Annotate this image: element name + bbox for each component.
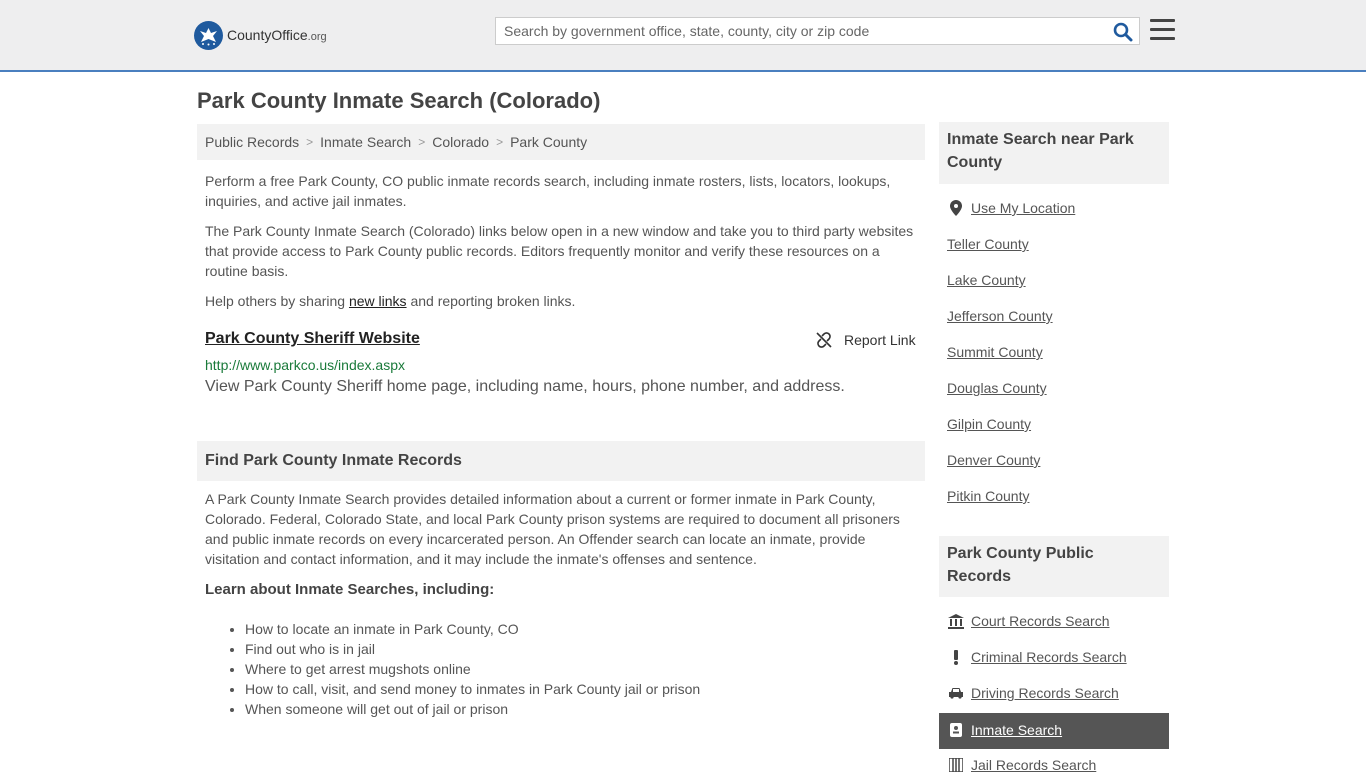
disclaimer-paragraph: The Park County Inmate Search (Colorado)… — [205, 223, 914, 279]
nearby-heading: Inmate Search near Park County — [939, 122, 1169, 184]
search-button[interactable] — [1113, 22, 1133, 42]
map-pin-icon — [947, 200, 965, 216]
learn-heading: Learn about Inmate Searches, including: — [205, 581, 495, 598]
broken-link-icon — [816, 332, 832, 348]
sidebar-item-jail-records: Jail Records Search — [947, 757, 1096, 773]
logo-eagle-icon — [194, 20, 223, 50]
share-text-before: Help others by sharing — [205, 293, 349, 309]
courthouse-icon — [947, 613, 965, 629]
list-item: Where to get arrest mugshots online — [245, 659, 700, 679]
sidebar-item-inmate-search: Inmate Search — [947, 722, 1062, 738]
page-title: Park County Inmate Search (Colorado) — [197, 88, 601, 113]
list-item: How to locate an inmate in Park County, … — [245, 619, 700, 639]
inmate-search-link[interactable]: Inmate Search — [971, 722, 1062, 738]
breadcrumb-separator: > — [496, 135, 504, 149]
nearby-teller-county[interactable]: Teller County — [947, 236, 1029, 252]
nearby-pitkin-county[interactable]: Pitkin County — [947, 488, 1029, 504]
sidebar-item-criminal-records: Criminal Records Search — [947, 649, 1127, 665]
jail-icon — [947, 758, 965, 772]
menu-bar-icon — [1150, 37, 1175, 40]
find-records-heading: Find Park County Inmate Records — [197, 441, 925, 481]
public-records-heading: Park County Public Records — [939, 536, 1169, 597]
nearby-gilpin-county[interactable]: Gilpin County — [947, 416, 1031, 432]
court-records-link[interactable]: Court Records Search — [971, 613, 1110, 629]
breadcrumb-separator: > — [306, 135, 314, 149]
nearby-lake-county[interactable]: Lake County — [947, 272, 1026, 288]
list-item: Find out who is in jail — [245, 639, 700, 659]
nearby-douglas-county[interactable]: Douglas County — [947, 380, 1047, 396]
list-item: How to call, visit, and send money to in… — [245, 679, 700, 699]
logo-tld: .org — [307, 31, 327, 43]
share-paragraph: Help others by sharing new links and rep… — [205, 291, 917, 311]
menu-bar-icon — [1150, 19, 1175, 22]
breadcrumb-separator: > — [418, 135, 426, 149]
breadcrumb-colorado[interactable]: Colorado — [432, 134, 489, 150]
jail-records-link[interactable]: Jail Records Search — [971, 757, 1096, 773]
list-item: When someone will get out of jail or pri… — [245, 699, 700, 719]
search-input[interactable] — [496, 18, 1112, 44]
search-box — [495, 17, 1140, 45]
find-records-body: A Park County Inmate Search provides det… — [205, 491, 900, 567]
car-icon — [947, 687, 965, 699]
use-my-location-item: Use My Location — [947, 200, 1075, 216]
site-header: CountyOffice.org — [0, 0, 1366, 72]
id-badge-icon — [947, 723, 965, 737]
nearby-denver-county[interactable]: Denver County — [947, 452, 1040, 468]
menu-bar-icon — [1150, 28, 1175, 31]
breadcrumb-public-records[interactable]: Public Records — [205, 134, 299, 150]
intro-paragraph: Perform a free Park County, CO public in… — [205, 173, 891, 209]
use-my-location-link[interactable]: Use My Location — [971, 200, 1075, 216]
sidebar-item-court-records: Court Records Search — [947, 613, 1110, 629]
nearby-summit-county[interactable]: Summit County — [947, 344, 1043, 360]
listing-description: View Park County Sheriff home page, incl… — [205, 378, 845, 395]
hamburger-menu-button[interactable] — [1150, 19, 1175, 41]
site-logo[interactable]: CountyOffice.org — [194, 20, 327, 50]
sidebar-item-driving-records: Driving Records Search — [947, 685, 1119, 701]
breadcrumb: Public Records > Inmate Search > Colorad… — [197, 124, 925, 160]
exclamation-icon — [947, 649, 965, 665]
report-link-label: Report Link — [844, 332, 916, 348]
report-link-button[interactable]: Report Link — [816, 332, 916, 348]
listing-url: http://www.parkco.us/index.aspx — [205, 357, 405, 373]
share-text-after: and reporting broken links. — [406, 293, 576, 309]
listing-title-link[interactable]: Park County Sheriff Website — [205, 330, 420, 348]
logo-text: CountyOffice — [227, 27, 308, 43]
search-icon — [1113, 22, 1133, 42]
breadcrumb-inmate-search[interactable]: Inmate Search — [320, 134, 411, 150]
new-links-link[interactable]: new links — [349, 293, 407, 309]
nearby-jefferson-county[interactable]: Jefferson County — [947, 308, 1053, 324]
learn-list: How to locate an inmate in Park County, … — [205, 619, 700, 719]
driving-records-link[interactable]: Driving Records Search — [971, 685, 1119, 701]
breadcrumb-park-county[interactable]: Park County — [510, 134, 587, 150]
criminal-records-link[interactable]: Criminal Records Search — [971, 649, 1127, 665]
